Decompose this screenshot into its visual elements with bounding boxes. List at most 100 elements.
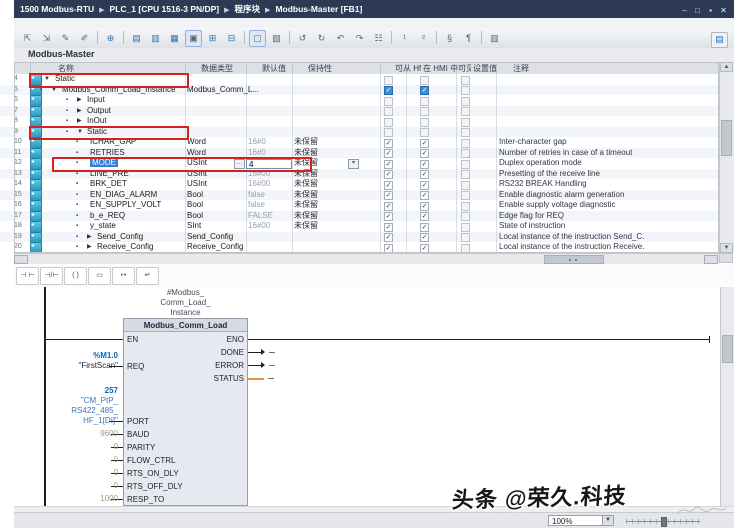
data-type[interactable]: Receive_Config [187, 242, 243, 253]
value-resp_to[interactable]: 1000 [18, 494, 118, 504]
table-hscrollbar[interactable] [14, 253, 719, 264]
setpoint-checkbox[interactable] [461, 191, 470, 200]
sort-one-icon[interactable]: ¹ [396, 30, 413, 47]
hmi-visible-checkbox[interactable]: ✓ [420, 233, 429, 242]
input-pin-req[interactable]: REQ [127, 361, 144, 372]
table-row[interactable]: 20▪▶Receive_ConfigReceive_Config✓✓Local … [0, 242, 734, 253]
input-pin-rts_off_dly[interactable]: RTS_OFF_DLY [127, 481, 183, 492]
default-value[interactable]: 16#0 [248, 137, 266, 148]
column-header[interactable]: 在 HMI 中可见 [423, 63, 471, 74]
setpoint-checkbox[interactable] [461, 244, 470, 253]
variable-name[interactable]: Output [87, 106, 111, 117]
coil-icon[interactable]: ( ) [64, 267, 87, 285]
setpoint-checkbox[interactable] [461, 128, 470, 137]
operand-req[interactable]: %M1.0"FirstScan" [18, 351, 118, 371]
input-pin-en[interactable]: EN [127, 334, 138, 345]
snapshot-icon[interactable]: ▧ [268, 30, 285, 47]
column-header[interactable]: 设置值 [473, 63, 497, 74]
hscroll-left-button[interactable] [14, 255, 28, 264]
hmi-visible-checkbox[interactable]: ✓ [420, 149, 429, 158]
data-type[interactable]: SInt [187, 221, 201, 232]
setpoint-checkbox[interactable] [461, 139, 470, 148]
hmi-accessible-checkbox[interactable]: ✓ [384, 191, 393, 200]
variable-name[interactable]: BRK_DET [90, 179, 127, 190]
show-hide-icon[interactable]: ▣ [185, 30, 202, 47]
table-vscrollbar[interactable]: ▲ ▼ [719, 62, 734, 253]
value-rts_on_dly[interactable]: 0 [18, 468, 118, 478]
table-row[interactable]: 19▪▶Send_ConfigSend_Config✓✓Local instan… [0, 232, 734, 243]
options-icon[interactable]: § [441, 30, 458, 47]
data-type[interactable]: USInt [187, 179, 207, 190]
hmi-visible-checkbox[interactable]: ✓ [420, 244, 429, 253]
hmi-visible-checkbox[interactable] [420, 128, 429, 137]
default-value[interactable]: false [248, 190, 265, 201]
network-editor[interactable]: #Modbus_Comm_Load_InstanceModbus_Comm_Lo… [14, 287, 720, 506]
setpoint-checkbox[interactable] [461, 233, 470, 242]
network-vscrollbar[interactable] [720, 287, 734, 506]
info-icon[interactable]: ¶ [460, 30, 477, 47]
hmi-accessible-checkbox[interactable] [384, 118, 393, 127]
retain-value[interactable]: 未保留 [294, 179, 318, 190]
output-pin-error[interactable]: ERROR [188, 360, 244, 371]
variable-name[interactable]: Receive_Config [97, 242, 153, 253]
setpoint-checkbox[interactable] [461, 212, 470, 221]
retain-value[interactable]: 未保留 [294, 211, 318, 222]
retain-dropdown-button[interactable]: ▾ [348, 159, 359, 169]
operand-port[interactable]: 257"CM_PtP_RS422_485_HF_1[DI]" [18, 386, 118, 426]
hmi-visible-checkbox[interactable]: ✓ [420, 212, 429, 221]
breadcrumb-item[interactable]: 程序块 [235, 4, 261, 14]
value-flow_ctrl[interactable]: 0 [18, 455, 118, 465]
jump-start-icon[interactable]: ⇱ [19, 30, 36, 47]
table-row[interactable]: 17▪b_e_REQBoolFALSE未保留✓✓Edge flag for RE… [0, 211, 734, 222]
hmi-visible-checkbox[interactable] [420, 76, 429, 85]
setpoint-checkbox[interactable] [461, 181, 470, 190]
setpoint-checkbox[interactable] [461, 149, 470, 158]
window-controls[interactable]: –□▪✕ [678, 0, 730, 18]
vscroll-thumb[interactable] [721, 120, 732, 156]
data-type[interactable]: Bool [187, 211, 203, 222]
load-without-reinit-icon[interactable]: ↶ [332, 30, 349, 47]
output-pin-eno[interactable]: ENO [188, 334, 244, 345]
hmi-accessible-checkbox[interactable] [384, 107, 393, 116]
no-contact-icon[interactable]: ⊣ ⊢ [16, 267, 39, 285]
input-pin-port[interactable]: PORT [127, 416, 149, 427]
open-branch-icon[interactable]: ↦ [112, 267, 135, 285]
table-row[interactable]: 14▪BRK_DETUSInt16#00未保留✓✓RS232 BREAK Han… [0, 179, 734, 190]
retain-value[interactable]: 未保留 [294, 221, 318, 232]
structure-icon[interactable]: ▥ [486, 30, 503, 47]
close-branch-icon[interactable]: ↵ [136, 267, 159, 285]
hmi-visible-checkbox[interactable]: ✓ [420, 160, 429, 169]
setpoint-checkbox[interactable] [461, 170, 470, 179]
setpoint-checkbox[interactable] [461, 76, 470, 85]
data-type[interactable]: Modbus_Comm_L... [187, 85, 259, 96]
default-value[interactable]: false [248, 200, 265, 211]
column-header[interactable]: 可从 HMI ... [395, 63, 421, 74]
input-pin-flow_ctrl[interactable]: FLOW_CTRL [127, 455, 175, 466]
output-pin-status[interactable]: STATUS [188, 373, 244, 384]
hmi-visible-checkbox[interactable]: ✓ [420, 86, 429, 95]
setpoint-checkbox[interactable] [461, 223, 470, 232]
expand-members-icon[interactable]: ☷ [370, 30, 387, 47]
edit-icon[interactable]: ✎ [57, 30, 74, 47]
setpoint-checkbox[interactable] [461, 86, 470, 95]
variable-name[interactable]: EN_DIAG_ALARM [90, 190, 157, 201]
hmi-visible-checkbox[interactable] [420, 107, 429, 116]
table-row[interactable]: 15▪EN_DIAG_ALARMBoolfalse未保留✓✓Enable dia… [0, 190, 734, 201]
setpoint-checkbox[interactable] [461, 107, 470, 116]
input-pin-baud[interactable]: BAUD [127, 429, 149, 440]
hmi-visible-checkbox[interactable]: ✓ [420, 170, 429, 179]
hmi-accessible-checkbox[interactable] [384, 128, 393, 137]
value-parity[interactable]: 0 [18, 442, 118, 452]
input-pin-rts_on_dly[interactable]: RTS_ON_DLY [127, 468, 179, 479]
hmi-accessible-checkbox[interactable]: ✓ [384, 212, 393, 221]
data-type[interactable]: Bool [187, 190, 203, 201]
variable-name[interactable]: b_e_REQ [90, 211, 125, 222]
default-value[interactable]: FALSE [248, 211, 273, 222]
breadcrumb-item[interactable]: PLC_1 [CPU 1516-3 PN/DP] [110, 4, 220, 14]
table-row[interactable]: 16▪EN_SUPPLY_VOLTBoolfalse未保留✓✓Enable su… [0, 200, 734, 211]
hmi-accessible-checkbox[interactable]: ✓ [384, 181, 393, 190]
edit-alt-icon[interactable]: ✐ [76, 30, 93, 47]
expand-icon[interactable]: ▶ [77, 95, 82, 106]
hmi-visible-checkbox[interactable]: ✓ [420, 181, 429, 190]
table-row[interactable]: 18▪y_stateSInt16#00未保留✓✓State of instruc… [0, 221, 734, 232]
